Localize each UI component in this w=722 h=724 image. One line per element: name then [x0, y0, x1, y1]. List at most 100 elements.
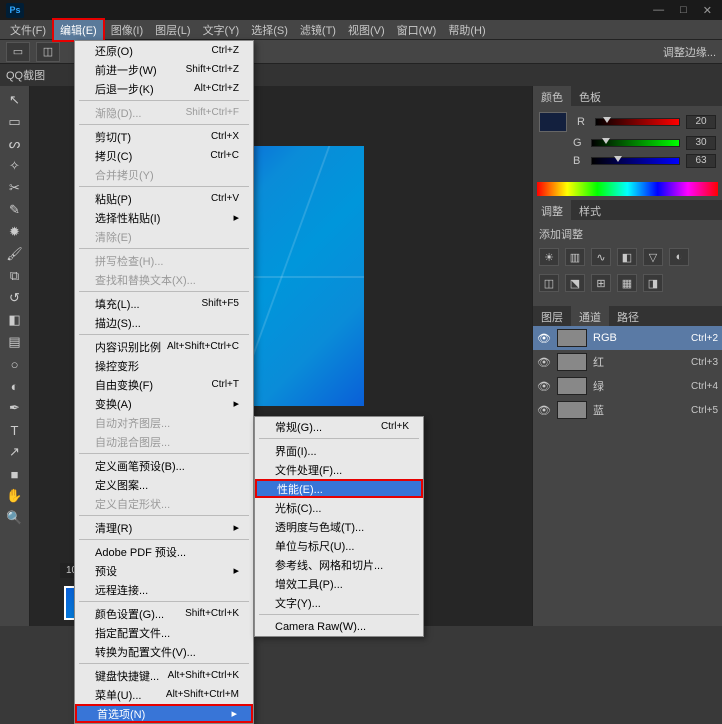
levels-icon[interactable]: ▥ — [565, 248, 585, 266]
channel-row[interactable]: 👁RGBCtrl+2 — [533, 326, 722, 350]
brightness-icon[interactable]: ☀ — [539, 248, 559, 266]
invert-icon[interactable]: ◨ — [643, 274, 663, 292]
blur-tool[interactable]: ○ — [4, 354, 26, 374]
menu-7[interactable]: 视图(V) — [342, 20, 391, 40]
b-value[interactable]: 63 — [686, 154, 716, 168]
eraser-tool[interactable]: ◧ — [4, 310, 26, 330]
menu-5[interactable]: 选择(S) — [245, 20, 294, 40]
menu-3[interactable]: 图层(L) — [149, 20, 196, 40]
brush-tool[interactable]: 🖌 — [4, 244, 26, 264]
maximize-button[interactable]: □ — [676, 4, 691, 17]
minimize-button[interactable]: — — [649, 4, 668, 17]
gradient-tool[interactable]: ▤ — [4, 332, 26, 352]
menu-9[interactable]: 帮助(H) — [442, 20, 491, 40]
lasso-tool[interactable]: ᔕ — [4, 134, 26, 154]
pen-tool[interactable]: ✒ — [4, 398, 26, 418]
menu-item[interactable]: 粘贴(P)Ctrl+V — [75, 189, 253, 208]
g-value[interactable]: 30 — [686, 136, 716, 150]
dodge-tool[interactable]: ◐ — [4, 376, 26, 396]
menu-0[interactable]: 文件(F) — [4, 20, 52, 40]
marquee-preset-icon[interactable]: ▭ — [6, 42, 30, 62]
curves-icon[interactable]: ∿ — [591, 248, 611, 266]
menu-item[interactable]: 参考线、网格和切片... — [255, 555, 423, 574]
visibility-icon[interactable]: 👁 — [537, 380, 551, 393]
menu-item[interactable]: 填充(L)...Shift+F5 — [75, 294, 253, 313]
menu-item[interactable]: 文字(Y)... — [255, 593, 423, 612]
channel-row[interactable]: 👁蓝Ctrl+5 — [533, 398, 722, 422]
eyedropper-tool[interactable]: ✎ — [4, 200, 26, 220]
menu-6[interactable]: 滤镜(T) — [294, 20, 342, 40]
close-button[interactable]: ✕ — [699, 4, 716, 17]
hand-tool[interactable]: ✋ — [4, 486, 26, 506]
menu-item[interactable]: 透明度与色域(T)... — [255, 517, 423, 536]
menu-item[interactable]: 指定配置文件... — [75, 623, 253, 642]
menu-item[interactable]: 选择性粘贴(I)▸ — [75, 208, 253, 227]
visibility-icon[interactable]: 👁 — [537, 404, 551, 417]
crop-tool[interactable]: ✂ — [4, 178, 26, 198]
photo-filter-icon[interactable]: ⬔ — [565, 274, 585, 292]
swatches-tab[interactable]: 色板 — [571, 86, 609, 106]
foreground-swatch[interactable] — [539, 112, 567, 132]
menu-item[interactable]: 操控变形 — [75, 356, 253, 375]
menu-item[interactable]: 前进一步(W)Shift+Ctrl+Z — [75, 60, 253, 79]
menu-item[interactable]: 颜色设置(G)...Shift+Ctrl+K — [75, 604, 253, 623]
selection-mode-icon[interactable]: ◫ — [36, 42, 60, 62]
spectrum-bar[interactable] — [537, 182, 718, 196]
channel-row[interactable]: 👁红Ctrl+3 — [533, 350, 722, 374]
menu-item[interactable]: 远程连接... — [75, 580, 253, 599]
adjustments-tab[interactable]: 调整 — [533, 200, 571, 220]
menu-item[interactable]: 键盘快捷键...Alt+Shift+Ctrl+K — [75, 666, 253, 685]
r-value[interactable]: 20 — [686, 115, 716, 129]
menu-1[interactable]: 编辑(E) — [52, 18, 105, 42]
history-brush-tool[interactable]: ↺ — [4, 288, 26, 308]
type-tool[interactable]: T — [4, 420, 26, 440]
menu-2[interactable]: 图像(I) — [105, 20, 149, 40]
zoom-tool[interactable]: 🔍 — [4, 508, 26, 528]
menu-item[interactable]: 界面(I)... — [255, 441, 423, 460]
menu-item[interactable]: 文件处理(F)... — [255, 460, 423, 479]
menu-item[interactable]: 内容识别比例Alt+Shift+Ctrl+C — [75, 337, 253, 356]
document-tab[interactable]: QQ截图 — [6, 67, 45, 83]
menu-item[interactable]: 增效工具(P)... — [255, 574, 423, 593]
menu-item[interactable]: 清理(R)▸ — [75, 518, 253, 537]
menu-item[interactable]: 性能(E)... — [255, 479, 423, 498]
stamp-tool[interactable]: ⧉ — [4, 266, 26, 286]
menu-item[interactable]: 单位与标尺(U)... — [255, 536, 423, 555]
bw-icon[interactable]: ◫ — [539, 274, 559, 292]
visibility-icon[interactable]: 👁 — [537, 332, 551, 345]
menu-item[interactable]: 描边(S)... — [75, 313, 253, 332]
channel-mixer-icon[interactable]: ⊞ — [591, 274, 611, 292]
color-tab[interactable]: 颜色 — [533, 86, 571, 106]
menu-item[interactable]: 定义图案... — [75, 475, 253, 494]
menu-item[interactable]: 预设▸ — [75, 561, 253, 580]
styles-tab[interactable]: 样式 — [571, 200, 609, 220]
wand-tool[interactable]: ✧ — [4, 156, 26, 176]
menu-4[interactable]: 文字(Y) — [197, 20, 246, 40]
menu-item[interactable]: 后退一步(K)Alt+Ctrl+Z — [75, 79, 253, 98]
g-slider[interactable] — [591, 139, 680, 147]
menu-item[interactable]: Adobe PDF 预设... — [75, 542, 253, 561]
menu-item[interactable]: 菜单(U)...Alt+Shift+Ctrl+M — [75, 685, 253, 704]
b-slider[interactable] — [591, 157, 680, 165]
channels-tab[interactable]: 通道 — [571, 306, 609, 326]
paths-tab[interactable]: 路径 — [609, 306, 647, 326]
path-tool[interactable]: ↗ — [4, 442, 26, 462]
menu-item[interactable]: 剪切(T)Ctrl+X — [75, 127, 253, 146]
marquee-tool[interactable]: ▭ — [4, 112, 26, 132]
hue-icon[interactable]: ◐ — [669, 248, 689, 266]
menu-item[interactable]: 定义画笔预设(B)... — [75, 456, 253, 475]
menu-item[interactable]: 还原(O)Ctrl+Z — [75, 41, 253, 60]
visibility-icon[interactable]: 👁 — [537, 356, 551, 369]
menu-item[interactable]: 变换(A)▸ — [75, 394, 253, 413]
move-tool[interactable]: ↖ — [4, 90, 26, 110]
channel-row[interactable]: 👁绿Ctrl+4 — [533, 374, 722, 398]
refine-edge-button[interactable]: 调整边缘... — [663, 44, 716, 60]
menu-item[interactable]: 常规(G)...Ctrl+K — [255, 417, 423, 436]
menu-item[interactable]: 自由变换(F)Ctrl+T — [75, 375, 253, 394]
vibrance-icon[interactable]: ▽ — [643, 248, 663, 266]
menu-item[interactable]: 首选项(N)▸ — [75, 704, 253, 723]
shape-tool[interactable]: ■ — [4, 464, 26, 484]
heal-tool[interactable]: ✹ — [4, 222, 26, 242]
exposure-icon[interactable]: ◧ — [617, 248, 637, 266]
menu-item[interactable]: Camera Raw(W)... — [255, 617, 423, 636]
